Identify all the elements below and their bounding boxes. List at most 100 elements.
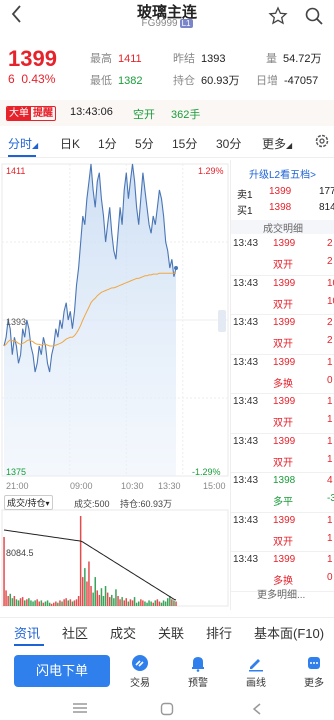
time-label-1: 09:00: [70, 481, 93, 491]
price-top-label: 1411: [6, 166, 26, 176]
volume-bar: [15, 599, 18, 606]
volume-layer: [3, 516, 177, 606]
volume-bar: [40, 600, 43, 606]
volume-bar: [57, 602, 59, 606]
tab-5min[interactable]: 5分: [135, 135, 154, 152]
trade-icon: [120, 654, 160, 674]
gear-icon[interactable]: [314, 133, 330, 152]
last-price: 1399: [8, 46, 57, 71]
trade-price: 1399: [273, 277, 296, 289]
last-price-dot: [174, 266, 179, 270]
time-label-4: 15:00: [203, 481, 226, 491]
tab-daily[interactable]: 日K: [60, 135, 80, 152]
alert-button[interactable]: 预警: [178, 654, 218, 689]
trade-price: 1399: [273, 435, 296, 447]
volume-bar: [156, 599, 159, 606]
volume-bar: [135, 602, 138, 606]
volume-bar: [140, 599, 142, 606]
change-percent: 0.43%: [21, 72, 56, 86]
volume-bar: [19, 598, 22, 606]
volume-bar: [113, 598, 115, 606]
tab-news[interactable]: 资讯: [14, 623, 40, 642]
trade-type: 多换: [273, 576, 293, 587]
time-label-2: 10:30: [121, 481, 144, 491]
trade-volume: 1: [327, 396, 333, 407]
volume-bar: [5, 590, 7, 606]
intraday-chart[interactable]: 1411 1.29% 1393 1375 -1.29% 21:00 09:00 …: [0, 160, 230, 610]
volume-bar: [175, 601, 177, 606]
tab-community[interactable]: 社区: [62, 623, 88, 642]
volume-bar: [92, 592, 94, 606]
volume-bar: [53, 602, 55, 606]
tab-more[interactable]: 更多◢: [262, 135, 292, 152]
tab-1min[interactable]: 1分: [98, 135, 117, 152]
open-interest-field: 持仓 60.93万: [173, 75, 240, 87]
volume-bar: [144, 601, 146, 606]
volume-bar: [9, 593, 11, 606]
volume-bar: [111, 594, 113, 606]
panel-collapse-handle[interactable]: [218, 310, 226, 332]
tab-trades[interactable]: 成交: [110, 623, 136, 642]
volume-bar: [77, 596, 80, 606]
flash-order-button[interactable]: 闪电下单: [14, 655, 110, 687]
volume-bar: [150, 601, 152, 606]
trade-time: 13:43: [233, 356, 259, 368]
tab-ranking[interactable]: 排行: [206, 623, 232, 642]
back-icon[interactable]: [250, 702, 264, 719]
volume-bar: [148, 600, 150, 606]
oi-readout: 持仓:60.93万: [120, 499, 173, 509]
trade-price: 1399: [273, 356, 296, 368]
upgrade-l2-link[interactable]: 升级L2看五档>: [249, 166, 316, 181]
draw-button[interactable]: 画线: [236, 654, 276, 689]
tab-15min[interactable]: 15分: [172, 135, 197, 152]
home-icon[interactable]: [160, 702, 174, 719]
trade-volume: 2: [327, 238, 333, 249]
trade-oi-change: 1: [327, 532, 333, 544]
volume-bar: [96, 590, 98, 606]
volume-bar: [71, 601, 74, 606]
info-tab-indicator: [14, 644, 44, 646]
trade-oi-change: 0: [327, 374, 333, 386]
trade-divider: [231, 353, 334, 355]
tab-intraday[interactable]: 分时◢: [8, 135, 38, 152]
volume-bar: [3, 537, 5, 606]
more-button[interactable]: 更多: [294, 654, 334, 689]
volume-bar: [13, 596, 16, 606]
tab-fundamentals[interactable]: 基本面(F10): [254, 623, 324, 642]
trade-volume: 1: [327, 514, 333, 526]
volume-bar: [115, 589, 117, 606]
search-icon[interactable]: [304, 6, 324, 26]
level-badge: L1: [179, 18, 193, 28]
trade-type: 双开: [273, 418, 293, 429]
menu-icon[interactable]: [72, 702, 88, 717]
more-icon: [294, 654, 334, 674]
ref-price-label: 1393: [6, 317, 27, 327]
low-field: 最低 1382: [90, 75, 143, 87]
trade-price: 1399: [273, 238, 296, 249]
big-order-alert[interactable]: 大单 提醒 13:43:06 空开 362手: [0, 100, 334, 126]
star-icon[interactable]: [268, 6, 288, 26]
tab-related[interactable]: 关联: [158, 623, 184, 642]
volume-bar: [63, 599, 65, 606]
volume-bar: [117, 596, 119, 606]
volume-bar: [162, 600, 165, 606]
volume-bar: [7, 596, 9, 606]
trade-price: 1399: [273, 514, 296, 526]
volume-bar: [48, 602, 51, 606]
trade-button[interactable]: 交易: [120, 654, 160, 689]
volume-bar: [100, 588, 103, 606]
more-trades-link[interactable]: 更多明细...: [257, 586, 305, 601]
trade-type: 双开: [273, 299, 293, 311]
trade-divider: [231, 432, 334, 434]
volume-selector[interactable]: 成交/持仓▾: [4, 495, 53, 510]
volume-bar: [82, 577, 84, 606]
tab-30min[interactable]: 30分: [216, 135, 241, 152]
volume-bar: [59, 600, 61, 606]
trade-price: 1399: [273, 317, 296, 328]
volume-bar: [158, 601, 161, 606]
big-order-type: 空开: [133, 109, 155, 121]
volume-bar: [65, 598, 67, 606]
volume-bar: [73, 600, 76, 606]
volume-bar: [38, 601, 40, 606]
trade-time: 13:43: [233, 277, 259, 289]
